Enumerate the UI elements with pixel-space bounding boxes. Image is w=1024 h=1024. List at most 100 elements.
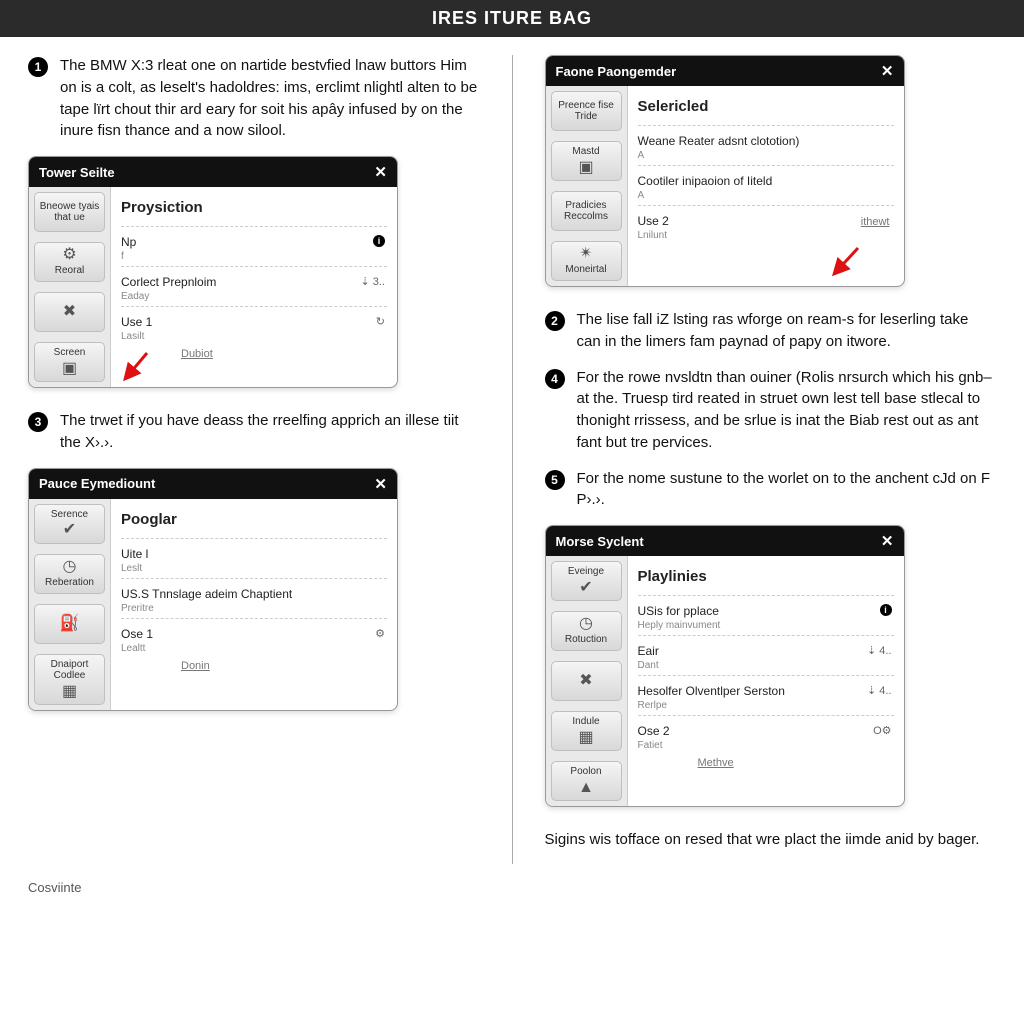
tab-cancel[interactable]: ✖ xyxy=(34,292,105,332)
window-faone-tabs: Preence fise Tride Mastd▣ Pradicies Recc… xyxy=(546,86,628,286)
step-3-badge: 3 xyxy=(28,412,48,432)
link-ithewt[interactable]: ithewt xyxy=(861,216,890,228)
shirt-icon: ▲ xyxy=(578,780,594,796)
window-morse-title: Morse Syclent xyxy=(556,534,644,549)
close-icon[interactable]: ✕ xyxy=(374,163,387,181)
tab-indule[interactable]: Indule▦ xyxy=(551,711,622,751)
step-4-text: For the rowe nvsldtn than ouiner (Rolis … xyxy=(577,367,997,454)
window-pauce-titlebar: Pauce Eymediount ✕ xyxy=(29,469,397,499)
window-pauce-content: Pooglar Uite l Leslt US.S Tnnslage adeim… xyxy=(111,499,397,710)
step-3-text: The trwet if you have deass the rreelfin… xyxy=(60,410,480,454)
tab-eveinge[interactable]: Eveinge✔ xyxy=(551,561,622,601)
step-4-badge: 4 xyxy=(545,369,565,389)
arrow-icon xyxy=(824,246,864,286)
clock-icon: ◷ xyxy=(579,616,593,632)
screen-icon: ▣ xyxy=(62,361,77,377)
window-tower-title: Tower Seilte xyxy=(39,165,115,180)
window-tower: Tower Seilte ✕ Bneowe tyais that ue ⚙Reo… xyxy=(28,156,398,388)
step-1-badge: 1 xyxy=(28,57,48,77)
footer-text: Cosviinte xyxy=(0,874,1024,909)
row-ose2[interactable]: Ose 2 Fatiet O⚙ Methve xyxy=(638,715,894,773)
page-body: 1 The BMW X:3 rleat one on nartide bestv… xyxy=(0,37,1024,874)
right-column: Faone Paongemder ✕ Preence fise Tride Ma… xyxy=(545,55,997,864)
tab-screen[interactable]: Screen▣ xyxy=(34,342,105,382)
window-faone-content: Selericled Weane Reater adsnt clototion)… xyxy=(628,86,904,286)
row-use2[interactable]: Use 2 Lnilunt ithewt xyxy=(638,205,894,245)
closing-text: Sigins wis tofface on resed that wre pla… xyxy=(545,829,997,864)
check-icon: ✔ xyxy=(63,522,76,538)
cross-icon: ✖ xyxy=(579,673,592,689)
tab-cancel[interactable]: ✖ xyxy=(551,661,622,701)
content-head: Playlinies xyxy=(638,564,894,595)
cross-icon: ✖ xyxy=(63,304,76,320)
window-tower-tabs: Bneowe tyais that ue ⚙Reoral ✖ Screen▣ xyxy=(29,187,111,387)
tab-reoral[interactable]: ⚙Reoral xyxy=(34,242,105,282)
window-faone-titlebar: Faone Paongemder ✕ xyxy=(546,56,904,86)
step-5-badge: 5 xyxy=(545,470,565,490)
tab-preence[interactable]: Preence fise Tride xyxy=(551,91,622,131)
content-head: Selericled xyxy=(638,94,894,125)
check-icon: ✔ xyxy=(579,580,592,596)
row-cootiler[interactable]: Cootiler inipaoion of Iiteld A xyxy=(638,165,894,205)
close-icon[interactable]: ✕ xyxy=(881,532,894,550)
step-2: 2 The lise fall iZ lsting ras wforge on … xyxy=(545,309,997,353)
row-uss[interactable]: US.S Tnnslage adeim Chaptient Preritre xyxy=(121,578,387,618)
step-5: 5 For the nome sustune to the worlet on … xyxy=(545,468,997,512)
tab-moneirtal[interactable]: ✴Moneirtal xyxy=(551,241,622,281)
row-usis[interactable]: USis for pplace Heply mainvument i xyxy=(638,595,894,635)
page-title: IRES ITURE BAG xyxy=(432,8,592,28)
card-icon: ▦ xyxy=(62,684,77,700)
fuel-icon: ⛽ xyxy=(60,616,80,632)
row-eair[interactable]: Eair Dant ⇣ 4.. xyxy=(638,635,894,675)
row-np[interactable]: Np f i xyxy=(121,226,387,266)
window-morse-content: Playlinies USis for pplace Heply mainvum… xyxy=(628,556,904,806)
card-icon: ▦ xyxy=(578,730,593,746)
left-column: 1 The BMW X:3 rleat one on nartide bestv… xyxy=(28,55,480,864)
tab-browse[interactable]: Bneowe tyais that ue xyxy=(34,192,105,232)
link-methve[interactable]: Methve xyxy=(698,757,894,769)
link-dubiot[interactable]: Dubiot xyxy=(181,348,387,360)
link-donin[interactable]: Donin xyxy=(181,660,387,672)
step-1: 1 The BMW X:3 rleat one on nartide bestv… xyxy=(28,55,480,142)
tab-fuel[interactable]: ⛽ xyxy=(34,604,105,644)
row-weane[interactable]: Weane Reater adsnt clototion) A xyxy=(638,125,894,165)
row-uite[interactable]: Uite l Leslt xyxy=(121,538,387,578)
tab-serence[interactable]: Serence✔ xyxy=(34,504,105,544)
tab-pradicies[interactable]: Pradicies Reccolms xyxy=(551,191,622,231)
page-title-bar: IRES ITURE BAG xyxy=(0,0,1024,37)
tab-dnaiport[interactable]: Dnaiport Codlee▦ xyxy=(34,654,105,705)
window-pauce: Pauce Eymediount ✕ Serence✔ ◷Reberation … xyxy=(28,468,398,711)
spark-icon: ✴ xyxy=(579,246,592,262)
window-pauce-title: Pauce Eymediount xyxy=(39,476,155,491)
window-morse: Morse Syclent ✕ Eveinge✔ ◷Rotuction ✖ In… xyxy=(545,525,905,807)
window-faone: Faone Paongemder ✕ Preence fise Tride Ma… xyxy=(545,55,905,287)
clock-icon: ◷ xyxy=(63,559,77,575)
row-correct[interactable]: Corlect Prepnloim Eaday ⇣ 3.. xyxy=(121,266,387,306)
window-tower-content: Proysiction Np f i Corlect Prepnloim Ead… xyxy=(111,187,397,387)
step-2-text: The lise fall iZ lsting ras wforge on re… xyxy=(577,309,997,353)
row-ose1[interactable]: Ose 1 Lealtt ⚙ Donin xyxy=(121,618,387,676)
content-head: Pooglar xyxy=(121,507,387,538)
gear-icon: ⚙ xyxy=(62,247,76,263)
tab-reberation[interactable]: ◷Reberation xyxy=(34,554,105,594)
tab-poolon[interactable]: Poolon▲ xyxy=(551,761,622,801)
window-pauce-tabs: Serence✔ ◷Reberation ⛽ Dnaiport Codlee▦ xyxy=(29,499,111,710)
column-divider xyxy=(512,55,513,864)
gear-icon: O⚙ xyxy=(873,724,891,737)
info-icon[interactable]: i xyxy=(373,235,385,247)
info-icon[interactable]: i xyxy=(880,604,892,616)
window-tower-titlebar: Tower Seilte ✕ xyxy=(29,157,397,187)
window-morse-tabs: Eveinge✔ ◷Rotuction ✖ Indule▦ Poolon▲ xyxy=(546,556,628,806)
step-3: 3 The trwet if you have deass the rreelf… xyxy=(28,410,480,454)
step-5-text: For the nome sustune to the worlet on to… xyxy=(577,468,997,512)
close-icon[interactable]: ✕ xyxy=(881,62,894,80)
gear-icon: ⚙ xyxy=(375,627,385,640)
row-use1[interactable]: Use 1 Lasilt ↻ Dubiot xyxy=(121,306,387,364)
tab-mastd[interactable]: Mastd▣ xyxy=(551,141,622,181)
step-4: 4 For the rowe nvsldtn than ouiner (Roli… xyxy=(545,367,997,454)
row-hesolfer[interactable]: Hesolfer Olventlper Serston Rerlpe ⇣ 4.. xyxy=(638,675,894,715)
tab-rotuction[interactable]: ◷Rotuction xyxy=(551,611,622,651)
step-2-badge: 2 xyxy=(545,311,565,331)
close-icon[interactable]: ✕ xyxy=(374,475,387,493)
window-faone-title: Faone Paongemder xyxy=(556,64,677,79)
